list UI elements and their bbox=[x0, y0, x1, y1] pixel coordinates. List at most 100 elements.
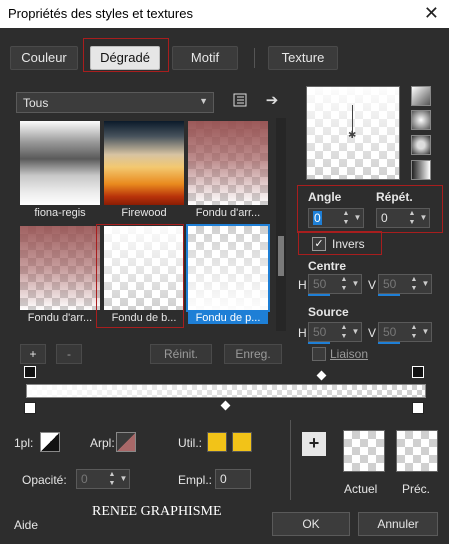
filter-dropdown[interactable]: Tous ▼ bbox=[16, 92, 214, 113]
library-scrollbar[interactable] bbox=[276, 118, 286, 331]
add-to-swatches-button[interactable]: + bbox=[302, 432, 326, 456]
tab-label: Texture bbox=[281, 50, 325, 65]
remove-label: - bbox=[67, 347, 71, 361]
spin-arrows-icon[interactable]: ▲ ▼ bbox=[409, 323, 419, 341]
add-gradient-button[interactable]: + bbox=[20, 344, 46, 364]
tab-label: Dégradé bbox=[100, 50, 150, 65]
source-h-slider[interactable] bbox=[308, 342, 330, 344]
center-v-slider[interactable] bbox=[378, 294, 400, 296]
source-v-slider[interactable] bbox=[378, 342, 400, 344]
chevron-down-icon[interactable]: ▼ bbox=[350, 323, 361, 341]
arrow-right-icon[interactable]: ➔ bbox=[263, 92, 281, 110]
sunburst-style-button[interactable] bbox=[411, 160, 431, 180]
gradient-preview[interactable]: ✱ bbox=[306, 86, 400, 180]
source-v-label: V bbox=[368, 326, 377, 340]
previous-label: Préc. bbox=[402, 482, 431, 496]
library-icon[interactable] bbox=[231, 92, 249, 110]
gradient-stop-bottom-right[interactable] bbox=[412, 402, 424, 414]
spin-arrows-icon[interactable]: ▲ ▼ bbox=[339, 323, 349, 341]
close-icon[interactable]: ✕ bbox=[424, 3, 439, 24]
angle-spinner[interactable]: 0 ▲ ▼ ▼ bbox=[308, 208, 364, 228]
opacity-value[interactable]: 0 bbox=[81, 472, 88, 486]
center-label: Centre bbox=[308, 259, 347, 273]
tab-couleur[interactable]: Couleur bbox=[10, 46, 78, 70]
angle-value[interactable]: 0 bbox=[313, 211, 322, 225]
ok-button[interactable]: OK bbox=[272, 512, 350, 536]
foreground-stop-swatch[interactable] bbox=[40, 432, 60, 452]
user-color-swatch[interactable] bbox=[232, 432, 252, 452]
gradient-tile-selected[interactable]: Fondu de p... bbox=[186, 224, 270, 326]
repeat-spinner[interactable]: 0 ▲ ▼ ▼ bbox=[376, 208, 430, 228]
reset-button[interactable]: Réinit. bbox=[150, 344, 212, 364]
background-stop-swatch[interactable] bbox=[116, 432, 136, 452]
source-label: Source bbox=[308, 305, 349, 319]
help-link[interactable]: Aide bbox=[14, 518, 38, 532]
center-marker-icon[interactable]: ✱ bbox=[348, 130, 356, 141]
remove-gradient-button[interactable]: - bbox=[56, 344, 82, 364]
center-v-spinner[interactable]: 50 ▲ ▼ ▼ bbox=[378, 274, 432, 294]
chevron-down-icon[interactable]: ▼ bbox=[118, 470, 129, 488]
linear-style-button[interactable] bbox=[411, 86, 431, 106]
gradient-swatch bbox=[20, 121, 100, 205]
gradient-stop-top-right[interactable] bbox=[412, 366, 424, 378]
center-h-slider[interactable] bbox=[308, 294, 330, 296]
gradient-bar[interactable] bbox=[26, 384, 426, 398]
radial-style-button[interactable] bbox=[411, 110, 431, 130]
invert-label: Invers bbox=[332, 237, 365, 251]
divider bbox=[290, 420, 291, 500]
tab-label: Couleur bbox=[21, 50, 67, 65]
center-v-value[interactable]: 50 bbox=[383, 277, 396, 291]
source-h-value[interactable]: 50 bbox=[313, 325, 326, 339]
window-title: Propriétés des styles et textures bbox=[8, 6, 193, 21]
gradient-tile[interactable]: Firewood bbox=[104, 121, 184, 221]
spin-arrows-icon[interactable]: ▲ ▼ bbox=[407, 209, 417, 227]
cancel-button[interactable]: Annuler bbox=[358, 512, 438, 536]
source-v-value[interactable]: 50 bbox=[383, 325, 396, 339]
opacity-spinner[interactable]: 0 ▲ ▼ ▼ bbox=[76, 469, 130, 489]
spin-arrows-icon[interactable]: ▲ ▼ bbox=[107, 470, 117, 488]
gradient-stop-top-left[interactable] bbox=[24, 366, 36, 378]
chevron-down-icon[interactable]: ▼ bbox=[418, 209, 429, 227]
tab-label: Motif bbox=[190, 50, 220, 65]
gradient-overlay bbox=[188, 121, 268, 205]
chevron-down-icon[interactable]: ▼ bbox=[352, 209, 363, 227]
gradient-caption: Fondu de b... bbox=[111, 312, 177, 324]
save-gradient-button[interactable]: Enreg. bbox=[224, 344, 282, 364]
gradient-caption: fiona-regis bbox=[34, 207, 86, 219]
spin-arrows-icon[interactable]: ▲ ▼ bbox=[339, 275, 349, 293]
tab-motif[interactable]: Motif bbox=[172, 46, 238, 70]
tab-texture[interactable]: Texture bbox=[268, 46, 338, 70]
title-bar: Propriétés des styles et textures ✕ bbox=[0, 0, 449, 28]
center-h-spinner[interactable]: 50 ▲ ▼ ▼ bbox=[308, 274, 362, 294]
chevron-down-icon[interactable]: ▼ bbox=[420, 323, 431, 341]
rectangular-style-button[interactable] bbox=[411, 135, 431, 155]
spin-arrows-icon[interactable]: ▲ ▼ bbox=[409, 275, 419, 293]
center-v-label: V bbox=[368, 278, 377, 292]
source-v-spinner[interactable]: 50 ▲ ▼ ▼ bbox=[378, 322, 432, 342]
link-checkbox[interactable] bbox=[312, 347, 326, 361]
invert-checkbox[interactable]: ✓ bbox=[312, 237, 326, 251]
opacity-label: Opacité: bbox=[22, 473, 67, 487]
previous-swatch[interactable] bbox=[396, 430, 438, 472]
gradient-caption: Fondu d'arr... bbox=[195, 207, 261, 219]
center-h-value[interactable]: 50 bbox=[313, 277, 326, 291]
gradient-stop-bottom-left[interactable] bbox=[24, 402, 36, 414]
chevron-down-icon[interactable]: ▼ bbox=[350, 275, 361, 293]
location-field[interactable]: 0 bbox=[215, 469, 251, 489]
gradient-tile[interactable]: Fondu de b... bbox=[104, 226, 184, 326]
gradient-tile[interactable]: Fondu d'arr... bbox=[188, 121, 268, 221]
location-value[interactable]: 0 bbox=[220, 472, 227, 486]
spin-arrows-icon[interactable]: ▲ ▼ bbox=[341, 209, 351, 227]
tab-degrade[interactable]: Dégradé bbox=[90, 46, 160, 70]
gradient-library: fiona-regis Firewood Fondu d'arr... Fond… bbox=[16, 118, 274, 331]
scrollbar-thumb[interactable] bbox=[278, 236, 284, 276]
gradient-tile[interactable]: fiona-regis bbox=[20, 121, 100, 221]
current-swatch[interactable] bbox=[343, 430, 385, 472]
chevron-down-icon[interactable]: ▼ bbox=[420, 275, 431, 293]
background-label: Arpl: bbox=[90, 436, 115, 450]
save-label: Enreg. bbox=[235, 347, 271, 361]
user-color-swatch[interactable] bbox=[207, 432, 227, 452]
repeat-value[interactable]: 0 bbox=[381, 211, 388, 225]
gradient-tile[interactable]: Fondu d'arr... bbox=[20, 226, 100, 326]
source-h-spinner[interactable]: 50 ▲ ▼ ▼ bbox=[308, 322, 362, 342]
